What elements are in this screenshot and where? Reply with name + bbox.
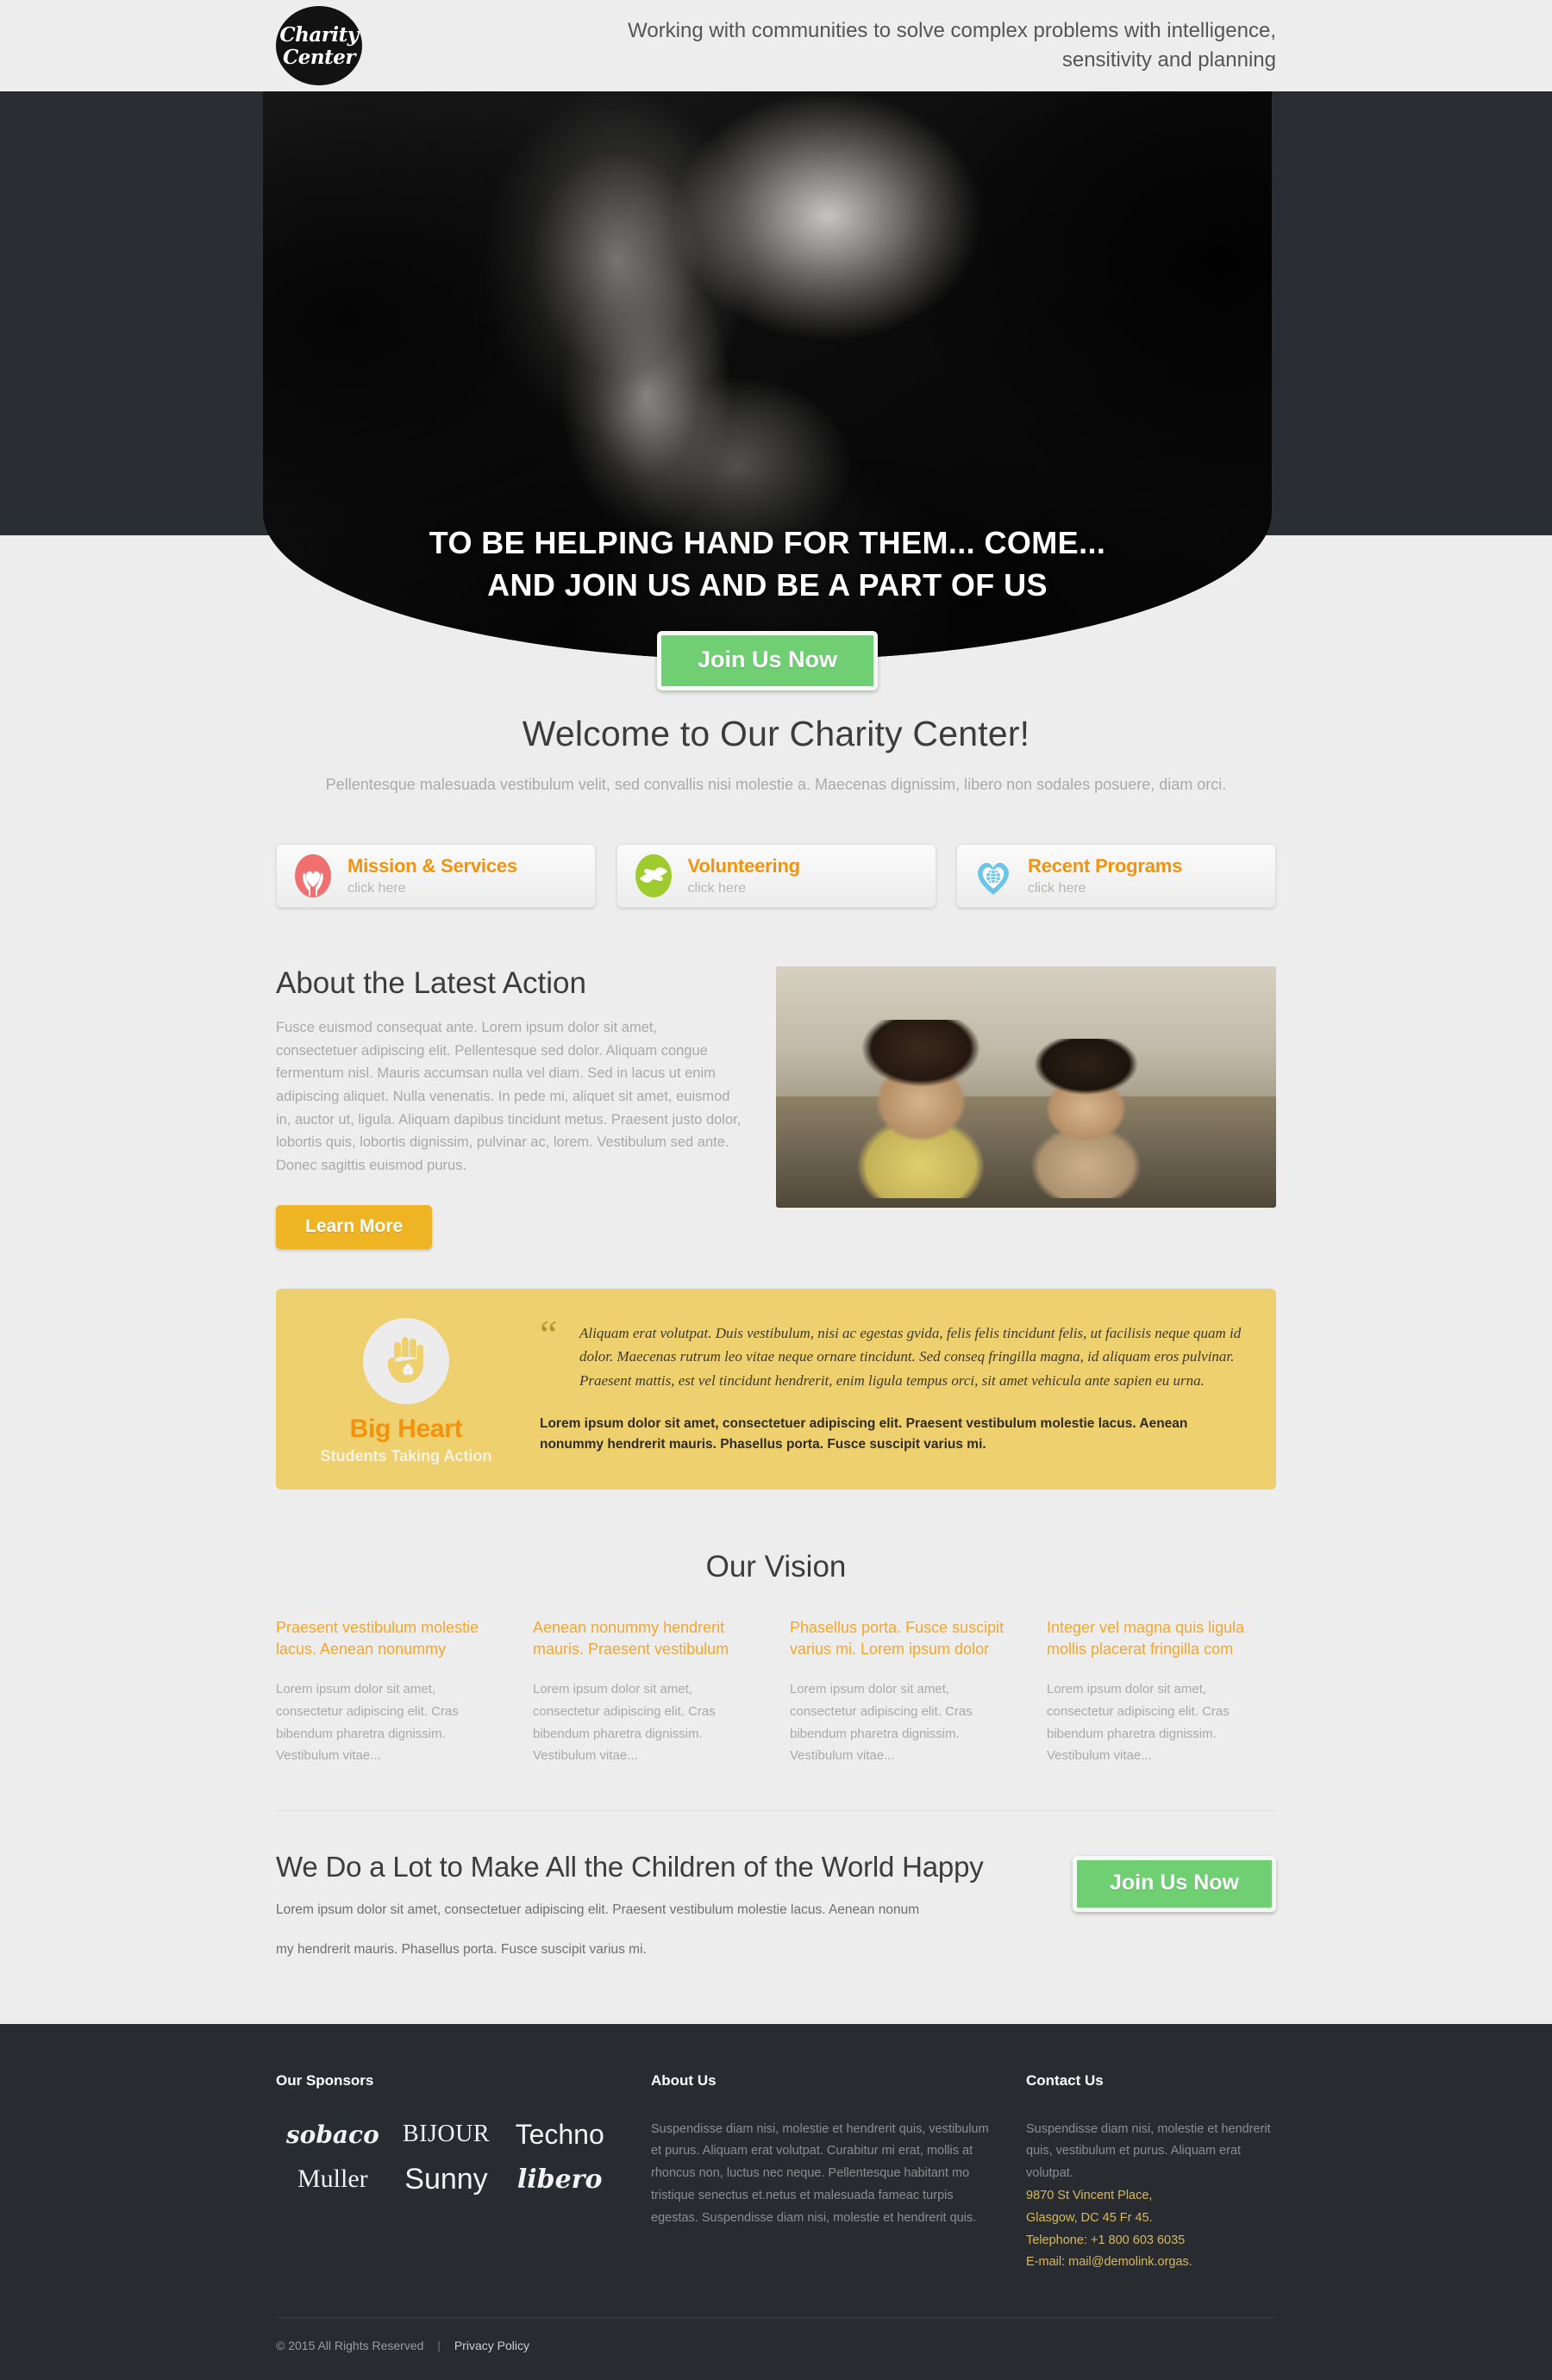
cta-heading: We Do a Lot to Make All the Children of …: [276, 1851, 984, 1883]
logo-line-2: Center: [282, 45, 356, 69]
feature-subtitle: click here: [347, 880, 406, 896]
sponsor-logo-bijour[interactable]: BIJOUR: [390, 2121, 504, 2148]
feature-title: Volunteering: [687, 854, 801, 877]
sponsor-logo-grid: sobaco BIJOUR Techno Muller Sunny libero: [276, 2119, 616, 2196]
contact-telephone[interactable]: Telephone: +1 800 603 6035: [1026, 2230, 1276, 2252]
hero-title-line-1: TO BE HELPING HAND FOR THEM... COME...: [429, 525, 1106, 560]
vision-column-body: Lorem ipsum dolor sit amet, consectetur …: [1047, 1682, 1230, 1764]
sponsor-logo-libero[interactable]: libero: [503, 2164, 616, 2195]
feature-boxes: Mission & Services click here Volunteeri…: [276, 843, 1276, 908]
sponsor-logo-sunny[interactable]: Sunny: [390, 2163, 504, 2196]
hero-content: TO BE HELPING HAND FOR THEM... COME... A…: [263, 91, 1272, 690]
learn-more-button[interactable]: Learn More: [276, 1204, 433, 1249]
vision-column-title[interactable]: Praesent vestibulum molestie lacus. Aene…: [276, 1617, 505, 1661]
welcome-heading: Welcome to Our Charity Center!: [522, 714, 1030, 753]
hero-section: TO BE HELPING HAND FOR THEM... COME... A…: [0, 91, 1552, 690]
about-section: About the Latest Action Fusce euismod co…: [276, 965, 1276, 1249]
sponsor-logo-techno[interactable]: Techno: [503, 2119, 616, 2151]
hero-title-line-2: AND JOIN US AND BE A PART OF US: [487, 566, 1048, 603]
feature-subtitle: click here: [687, 880, 747, 896]
hand-heart-icon: [363, 1317, 449, 1404]
about-heading: About the Latest Action: [276, 965, 586, 1000]
big-heart-quote-text: Aliquam erat volutpat. Duis vestibulum, …: [579, 1324, 1242, 1389]
about-us-heading: About Us: [651, 2071, 717, 2089]
our-vision-section: Our Vision Praesent vestibulum molestie …: [276, 1549, 1276, 1812]
vision-column: Phasellus porta. Fusce suscipit varius m…: [790, 1617, 1019, 1767]
vision-column-title[interactable]: Integer vel magna quis ligula mollis pla…: [1047, 1617, 1276, 1661]
big-heart-banner: Big Heart Students Taking Action “ Aliqu…: [276, 1288, 1276, 1490]
copyright-separator: |: [437, 2339, 441, 2353]
vision-heading: Our Vision: [705, 1549, 847, 1584]
bottom-cta-section: We Do a Lot to Make All the Children of …: [276, 1811, 1276, 2023]
quote-mark-icon: “: [540, 1311, 558, 1356]
contact-us-body: Suspendisse diam nisi, molestie et hendr…: [1026, 2121, 1271, 2181]
cta-body-line-1: Lorem ipsum dolor sit amet, consectetuer…: [276, 1902, 920, 1918]
feature-box-recent-programs[interactable]: Recent Programs click here: [956, 843, 1276, 908]
site-header: Charity Center Working with communities …: [0, 0, 1552, 91]
main-content: Welcome to Our Charity Center! Pellentes…: [267, 660, 1285, 2024]
vision-column-title[interactable]: Phasellus porta. Fusce suscipit varius m…: [790, 1617, 1019, 1661]
vision-columns: Praesent vestibulum molestie lacus. Aene…: [276, 1617, 1276, 1767]
feature-subtitle: click here: [1028, 880, 1086, 896]
copyright-text: © 2015 All Rights Reserved: [276, 2339, 424, 2353]
logo-line-1: Charity: [279, 22, 359, 47]
vision-column-body: Lorem ipsum dolor sit amet, consectetur …: [790, 1682, 973, 1764]
feature-title: Mission & Services: [347, 854, 517, 877]
sponsor-logo-sobaco[interactable]: sobaco: [276, 2121, 390, 2149]
feature-box-volunteering[interactable]: Volunteering click here: [616, 843, 936, 908]
header-tagline: Working with communities to solve comple…: [628, 18, 1276, 72]
big-heart-quote: “ Aliquam erat volutpat. Duis vestibulum…: [540, 1314, 1245, 1393]
hands-heart-icon: [291, 851, 335, 901]
footer-contact-column: Contact Us Suspendisse diam nisi, molest…: [1026, 2072, 1276, 2275]
sponsors-heading: Our Sponsors: [276, 2071, 374, 2089]
feature-box-mission-services[interactable]: Mission & Services click here: [276, 843, 596, 908]
cta-body-line-2: my hendrerit mauris. Phasellus porta. Fu…: [276, 1942, 647, 1958]
sponsor-logo-muller[interactable]: Muller: [276, 2164, 390, 2194]
vision-column: Integer vel magna quis ligula mollis pla…: [1047, 1617, 1276, 1767]
vision-column-title[interactable]: Aenean nonummy hendrerit mauris. Praesen…: [533, 1617, 762, 1661]
helping-hands-icon: [631, 851, 676, 901]
contact-address-line-2: Glasgow, DC 45 Fr 45.: [1026, 2210, 1153, 2225]
welcome-subtext: Pellentesque malesuada vestibulum velit,…: [325, 776, 1227, 793]
contact-address-line-1: 9870 St Vincent Place,: [1026, 2189, 1153, 2203]
footer-about-column: About Us Suspendisse diam nisi, molestie…: [651, 2072, 992, 2275]
vision-column-body: Lorem ipsum dolor sit amet, consectetur …: [533, 1682, 716, 1764]
about-us-body: Suspendisse diam nisi, molestie et hendr…: [651, 2121, 989, 2225]
contact-email[interactable]: E-mail: mail@demolink.orgas.: [1026, 2252, 1276, 2274]
page-root: Charity Center Working with communities …: [0, 0, 1552, 2380]
privacy-policy-link[interactable]: Privacy Policy: [454, 2339, 529, 2352]
vision-column: Aenean nonummy hendrerit mauris. Praesen…: [533, 1617, 762, 1767]
bottom-join-us-now-button[interactable]: Join Us Now: [1072, 1856, 1276, 1913]
about-photo: [776, 965, 1276, 1208]
contact-us-heading: Contact Us: [1026, 2071, 1104, 2089]
footer-sponsors-column: Our Sponsors sobaco BIJOUR Techno Muller…: [276, 2072, 616, 2275]
footer-bottom-bar: © 2015 All Rights Reserved | Privacy Pol…: [276, 2317, 1276, 2380]
big-heart-subtitle: Students Taking Action: [320, 1446, 492, 1465]
about-body: Fusce euismod consequat ante. Lorem ipsu…: [276, 1019, 742, 1174]
big-heart-title: Big Heart: [349, 1414, 463, 1443]
feature-title: Recent Programs: [1028, 854, 1183, 877]
site-footer: Our Sponsors sobaco BIJOUR Techno Muller…: [0, 2023, 1552, 2380]
heart-globe-icon: [971, 851, 1016, 901]
hero-title: TO BE HELPING HAND FOR THEM... COME... A…: [429, 522, 1106, 607]
vision-column-body: Lorem ipsum dolor sit amet, consectetur …: [276, 1682, 459, 1764]
copyright-bar: © 2015 All Rights Reserved | Privacy Pol…: [276, 2339, 1276, 2352]
charity-center-logo[interactable]: Charity Center: [276, 6, 362, 85]
big-heart-bold-text: Lorem ipsum dolor sit amet, consectetuer…: [540, 1415, 1188, 1452]
vision-column: Praesent vestibulum molestie lacus. Aene…: [276, 1617, 505, 1767]
hero-join-us-now-button[interactable]: Join Us Now: [656, 630, 878, 690]
